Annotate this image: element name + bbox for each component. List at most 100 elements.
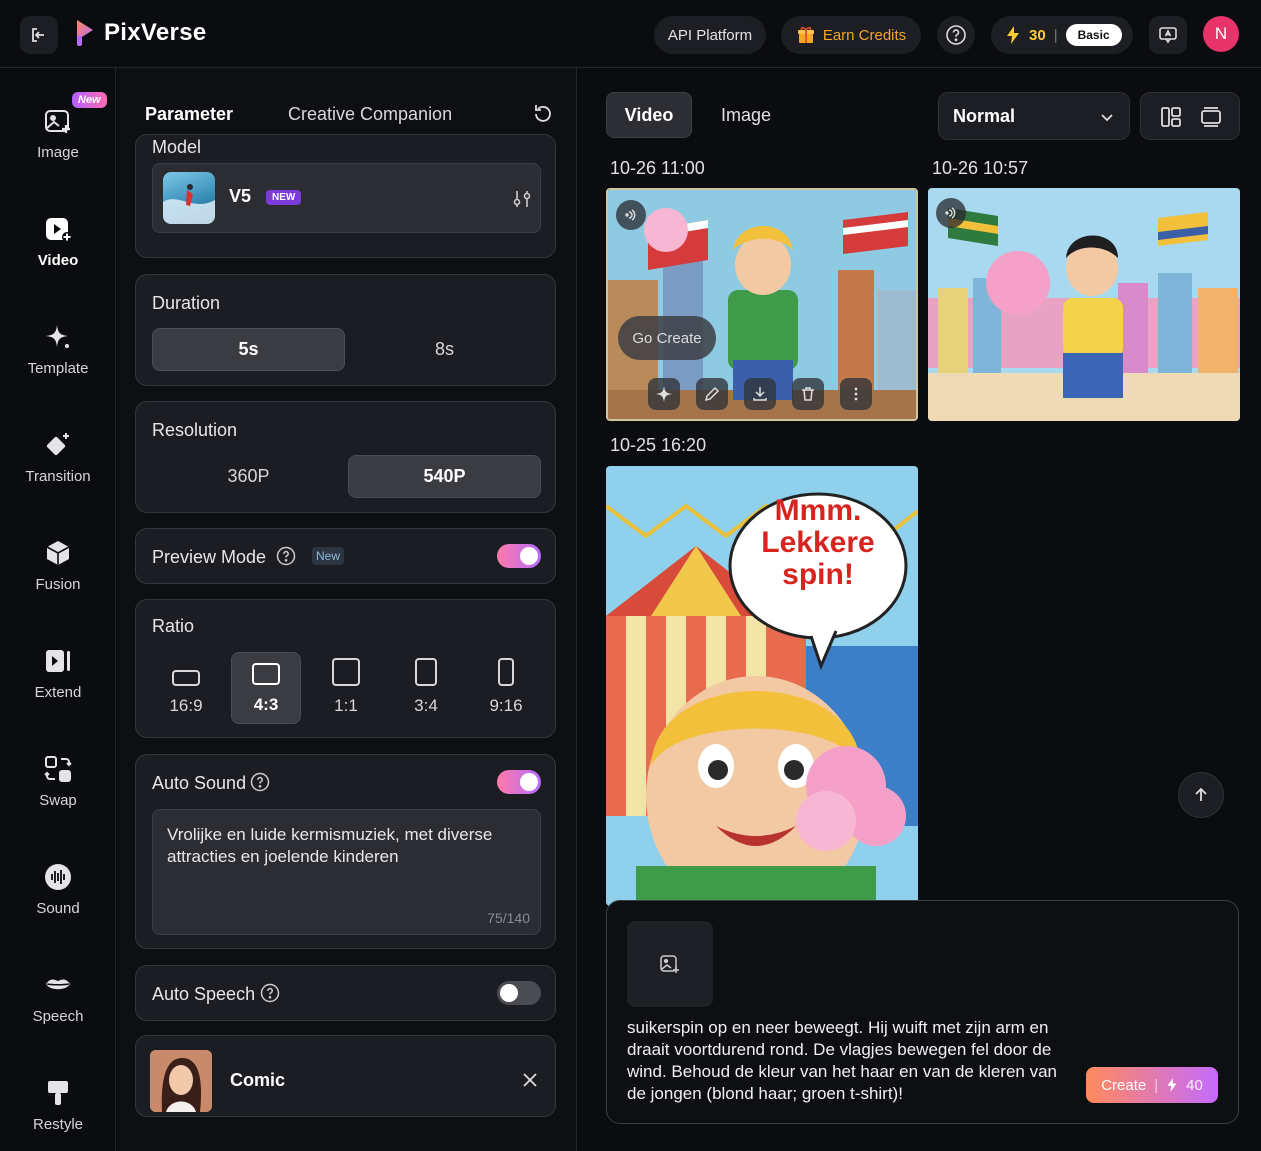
sidebar-item-transition[interactable]: Transition (0, 412, 115, 502)
delete-button[interactable] (792, 378, 824, 410)
ratio-option-3-4[interactable]: 3:4 (391, 652, 461, 724)
model-selector[interactable]: V5 NEW (152, 163, 541, 233)
exit-icon (32, 28, 44, 42)
ratio-option-16-9[interactable]: 16:9 (151, 652, 221, 724)
earn-credits-button[interactable]: Earn Credits (781, 16, 921, 54)
list-view-icon[interactable] (1199, 105, 1223, 129)
auto-speech-toggle[interactable] (497, 981, 541, 1005)
thumbnail-actions (648, 378, 872, 410)
sidebar-item-label: Sound (36, 899, 80, 917)
toggle-knob (520, 547, 538, 565)
tab-creative-companion[interactable]: Creative Companion (288, 104, 452, 125)
grid-view-icon[interactable] (1159, 105, 1183, 129)
edit-button[interactable] (696, 378, 728, 410)
prompt-input-box[interactable]: suikerspin op en neer beweegt. Hij wuift… (606, 900, 1239, 1124)
brush-icon (48, 1080, 68, 1105)
parameter-panel: Parameter Creative Companion Model V5 NE… (117, 68, 577, 1151)
preview-mode-toggle[interactable] (497, 544, 541, 568)
style-card[interactable]: Comic (135, 1035, 556, 1117)
earn-credits-label: Earn Credits (822, 26, 907, 44)
ratio-option-4-3[interactable]: 4:3 (231, 652, 301, 724)
model-thumbnail (163, 172, 215, 224)
go-create-button[interactable]: Go Create (618, 316, 716, 360)
sidebar-item-restyle[interactable]: Restyle (0, 1060, 115, 1150)
question-circle-icon (946, 25, 966, 45)
ratio-option-1-1[interactable]: 1:1 (311, 652, 381, 724)
sidebar-item-label: Swap (39, 791, 77, 809)
toggle-knob (500, 984, 518, 1002)
preview-mode-label: Preview Mode (152, 547, 267, 567)
quality-dropdown[interactable]: Normal (938, 92, 1130, 140)
item-timestamp: 10-26 10:57 (932, 158, 1029, 178)
video-thumbnail[interactable]: Mmm. Lekkere spin! (606, 466, 918, 906)
logo[interactable]: PixVerse (74, 18, 207, 48)
sound-prompt-textarea[interactable]: Vrolijke en luide kermismuziek, met dive… (152, 809, 541, 935)
model-name: V5 (229, 186, 252, 206)
question-circle-icon[interactable] (250, 772, 270, 792)
view-mode-toggle (1140, 92, 1240, 140)
sidebar-item-sound[interactable]: Sound (0, 844, 115, 934)
sliders-icon[interactable] (511, 188, 533, 210)
image-plus-icon (45, 109, 70, 133)
sidebar-item-speech[interactable]: Speech (0, 952, 115, 1042)
download-button[interactable] (744, 378, 776, 410)
ratio-label: Ratio (152, 616, 195, 636)
sidebar-item-fusion[interactable]: Fusion (0, 520, 115, 610)
sound-indicator (936, 198, 966, 228)
video-thumbnail[interactable]: Go Create (606, 188, 918, 421)
sidebar-item-template[interactable]: Template (0, 304, 115, 394)
resolution-card: Resolution 360P 540P (135, 401, 556, 513)
ratio-9-16-icon (498, 658, 514, 686)
question-circle-icon[interactable] (276, 546, 296, 566)
app-name: PixVerse (104, 19, 207, 46)
ratio-option-9-16[interactable]: 9:16 (471, 652, 541, 724)
gallery-panel: Video Image Normal 10-26 11:00 Go Create (578, 68, 1261, 1151)
sound-wave-icon (45, 863, 71, 890)
model-card: Model V5 NEW (135, 134, 556, 258)
more-button[interactable] (840, 378, 872, 410)
sidebar-item-video[interactable]: Video (0, 196, 115, 286)
pixverse-logo-icon (77, 20, 93, 46)
close-icon[interactable] (520, 1070, 540, 1090)
main-sidebar: Image New Video Template Transition Fusi… (0, 68, 116, 1151)
resolution-option-540p[interactable]: 540P (348, 455, 541, 498)
speech-line-3: spin! (782, 558, 854, 591)
duration-label: Duration (152, 293, 221, 313)
duration-option-8s[interactable]: 8s (348, 328, 541, 371)
sidebar-item-extend[interactable]: Extend (0, 628, 115, 718)
auto-sound-label: Auto Sound (152, 773, 247, 793)
ratio-4-3-icon (252, 663, 280, 685)
question-circle-icon[interactable] (260, 983, 280, 1003)
user-avatar[interactable]: N (1203, 16, 1239, 52)
upload-image-button[interactable] (627, 921, 713, 1007)
reset-icon[interactable] (531, 102, 555, 126)
sparkle-action-button[interactable] (648, 378, 680, 410)
prompt-text[interactable]: suikerspin op en neer beweegt. Hij wuift… (627, 1017, 1057, 1105)
sidebar-item-label: Image (37, 143, 79, 161)
api-platform-button[interactable]: API Platform (654, 16, 766, 54)
model-label: Model (152, 137, 202, 157)
create-button[interactable]: Create | 40 (1086, 1067, 1218, 1103)
sparkle-icon (46, 324, 69, 348)
resolution-option-360p[interactable]: 360P (152, 455, 345, 498)
help-button[interactable] (937, 16, 975, 54)
ratio-option-label: 4:3 (253, 695, 279, 714)
video-thumbnail[interactable] (928, 188, 1240, 421)
sidebar-item-swap[interactable]: Swap (0, 736, 115, 826)
quality-value: Normal (953, 105, 1016, 126)
swap-icon (44, 755, 72, 782)
gallery-tab-video[interactable]: Video (606, 92, 692, 138)
scroll-to-top-button[interactable] (1178, 772, 1224, 818)
credits-display[interactable]: 30 | Basic (991, 16, 1133, 54)
gallery-tab-image[interactable]: Image (706, 92, 786, 138)
more-vertical-icon (854, 387, 858, 401)
auto-sound-toggle[interactable] (497, 770, 541, 794)
feedback-button[interactable] (1149, 16, 1187, 54)
tab-parameter[interactable]: Parameter (145, 104, 233, 125)
duration-option-5s[interactable]: 5s (152, 328, 345, 371)
style-thumbnail (150, 1050, 212, 1112)
exit-button[interactable] (20, 16, 58, 54)
style-name: Comic (230, 1070, 286, 1090)
download-icon (753, 387, 767, 401)
sparkle-icon (656, 386, 672, 402)
